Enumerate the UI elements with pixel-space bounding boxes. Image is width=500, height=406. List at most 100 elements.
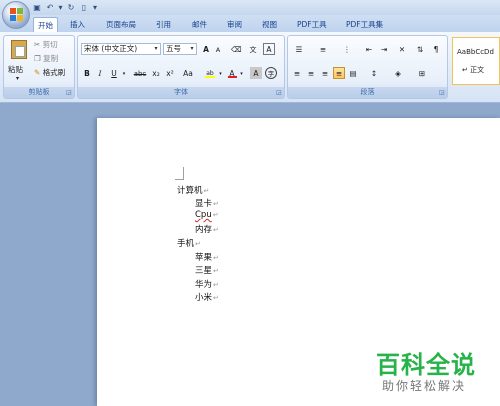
paragraph-mark: ↵ <box>213 281 219 289</box>
office-button[interactable] <box>2 1 30 29</box>
doc-line-text: 计算机 <box>177 186 203 196</box>
watermark-title: 百科全说 <box>376 351 476 379</box>
superscript-label: x² <box>166 69 174 78</box>
subscript-label: x₂ <box>152 69 160 78</box>
underline-dropdown-icon[interactable]: ▾ <box>120 67 128 79</box>
align-left-icon[interactable]: ≡ <box>291 67 303 79</box>
tab-review[interactable]: 审阅 <box>223 17 246 32</box>
paragraph-mark-icon: ↵ <box>462 66 468 74</box>
paste-dropdown-icon: ▾ <box>16 75 20 82</box>
paragraph-mark: ↵ <box>195 240 201 248</box>
font-group-label: 字体 <box>78 87 284 98</box>
italic-button[interactable]: I <box>94 67 106 79</box>
save-icon[interactable]: ▣ <box>32 3 42 13</box>
enclose-characters-button[interactable]: 字 <box>265 67 277 79</box>
highlight-color-bar <box>205 76 215 78</box>
font-color-bar <box>228 76 237 78</box>
paragraph-launcher-icon[interactable]: ◲ <box>439 90 445 96</box>
grow-font-button[interactable]: A <box>200 43 212 55</box>
shading-icon[interactable]: ◈ <box>389 67 407 79</box>
show-marks-button[interactable]: ¶ <box>430 43 442 55</box>
underline-button[interactable]: U <box>108 67 120 79</box>
ribbon: 粘贴 ▾ ✂ 剪切 ❐ 复制 ✎ 格式刷 剪贴板 ◲ 宋体 (中文正文) ▾ 五… <box>0 32 500 103</box>
character-shading-button[interactable]: A <box>250 67 262 79</box>
numbering-icon[interactable]: ≡ <box>315 43 331 55</box>
tab-view[interactable]: 视图 <box>258 17 281 32</box>
subscript-button[interactable]: x₂ <box>150 67 162 79</box>
tab-pdf-toolset[interactable]: PDF工具集 <box>342 17 387 32</box>
copy-label: 复制 <box>43 54 59 63</box>
undo-dropdown-icon[interactable]: ▾ <box>58 3 63 13</box>
tab-mailings[interactable]: 邮件 <box>188 17 211 32</box>
copy-button[interactable]: ❐ 复制 <box>34 52 58 65</box>
font-size-value: 五号 <box>166 44 181 53</box>
font-name-value: 宋体 (中文正文) <box>84 44 138 53</box>
style-normal[interactable]: AaBbCcDd ↵ 正文 <box>452 37 500 85</box>
clipboard-group: 粘贴 ▾ ✂ 剪切 ❐ 复制 ✎ 格式刷 剪贴板 ◲ <box>3 35 75 99</box>
shrink-font-button[interactable]: A <box>212 43 224 55</box>
tab-insert[interactable]: 插入 <box>66 17 89 32</box>
doc-line-4[interactable]: 手机↵ <box>177 237 201 249</box>
doc-line-text: 显卡 <box>195 199 213 209</box>
doc-line-5[interactable]: 苹果↵ <box>195 251 219 263</box>
font-size-combo[interactable]: 五号 ▾ <box>163 43 197 55</box>
enclose-characters-label: 字 <box>267 70 275 78</box>
tab-pdf-tools[interactable]: PDF工具 <box>293 17 331 32</box>
doc-line-text: 苹果 <box>195 253 213 263</box>
format-painter-button[interactable]: ✎ 格式刷 <box>34 66 65 79</box>
strikethrough-button[interactable]: abc <box>132 67 148 79</box>
clear-format-icon[interactable]: ⌫ <box>230 43 242 55</box>
cut-button[interactable]: ✂ 剪切 <box>34 38 58 51</box>
sort-icon[interactable]: ⇅ <box>414 43 426 55</box>
doc-line-6[interactable]: 三星↵ <box>195 264 219 276</box>
justify-icon[interactable]: ≡ <box>333 67 345 79</box>
doc-line-8[interactable]: 小米↵ <box>195 291 219 303</box>
highlight-button[interactable]: ab <box>203 67 217 79</box>
new-document-icon[interactable]: ▯ <box>79 3 89 13</box>
tab-page-layout[interactable]: 页面布局 <box>102 17 140 32</box>
superscript-button[interactable]: x² <box>164 67 176 79</box>
style-name-label: 正文 <box>470 66 485 74</box>
phonetic-guide-button[interactable]: 文 <box>247 43 259 55</box>
doc-line-3[interactable]: 内存↵ <box>195 223 219 235</box>
doc-line-0[interactable]: 计算机↵ <box>177 184 209 196</box>
tab-home[interactable]: 开始 <box>33 17 58 32</box>
doc-line-2[interactable]: Cpu↵ <box>195 210 219 220</box>
font-name-combo[interactable]: 宋体 (中文正文) ▾ <box>81 43 161 55</box>
qat-customize-icon[interactable]: ▾ <box>92 3 98 13</box>
bold-label: B <box>84 69 90 78</box>
highlight-dropdown-icon[interactable]: ▾ <box>217 67 224 79</box>
paste-button[interactable]: 粘贴 ▾ <box>7 39 31 85</box>
page-margin-corner <box>175 167 184 180</box>
cut-label: 剪切 <box>42 40 58 49</box>
doc-line-text-misspelled: Cpu <box>195 210 212 220</box>
doc-line-1[interactable]: 显卡↵ <box>195 197 219 209</box>
bold-button[interactable]: B <box>81 67 93 79</box>
redo-icon[interactable]: ↻ <box>66 3 76 13</box>
tab-references[interactable]: 引用 <box>152 17 175 32</box>
increase-indent-icon[interactable]: ⇥ <box>378 43 390 55</box>
font-launcher-icon[interactable]: ◲ <box>276 90 282 96</box>
borders-icon[interactable]: ⊞ <box>413 67 431 79</box>
doc-line-text: 华为 <box>195 280 213 290</box>
line-spacing-icon[interactable]: ↕ <box>365 67 383 79</box>
align-center-icon[interactable]: ≡ <box>305 67 317 79</box>
paragraph-mark: ↵ <box>213 200 219 208</box>
distributed-icon[interactable]: ▤ <box>347 67 359 79</box>
align-right-icon[interactable]: ≡ <box>319 67 331 79</box>
font-color-dropdown-icon[interactable]: ▾ <box>238 67 245 79</box>
change-case-label: Aa <box>183 69 193 78</box>
decrease-indent-icon[interactable]: ⇤ <box>363 43 375 55</box>
multilevel-list-icon[interactable]: ⋮ <box>339 43 355 55</box>
office-logo-icon <box>10 8 24 22</box>
change-case-button[interactable]: Aa <box>180 67 196 79</box>
quick-access-toolbar: ▣ ↶ ▾ ↻ ▯ ▾ <box>32 1 98 14</box>
bullets-icon[interactable]: ☰ <box>291 43 307 55</box>
undo-icon[interactable]: ↶ <box>45 3 55 13</box>
paragraph-group: ☰ ≡ ⋮ ⇤ ⇥ ✕ ⇅ ¶ ≡ ≡ ≡ ≡ ▤ ↕ ◈ ⊞ 段落 ◲ <box>287 35 448 99</box>
clipboard-launcher-icon[interactable]: ◲ <box>66 90 72 96</box>
chinese-layout-icon[interactable]: ✕ <box>394 43 410 55</box>
character-border-button[interactable]: A <box>263 43 275 55</box>
doc-line-7[interactable]: 华为↵ <box>195 278 219 290</box>
font-color-button[interactable]: A <box>226 67 238 79</box>
